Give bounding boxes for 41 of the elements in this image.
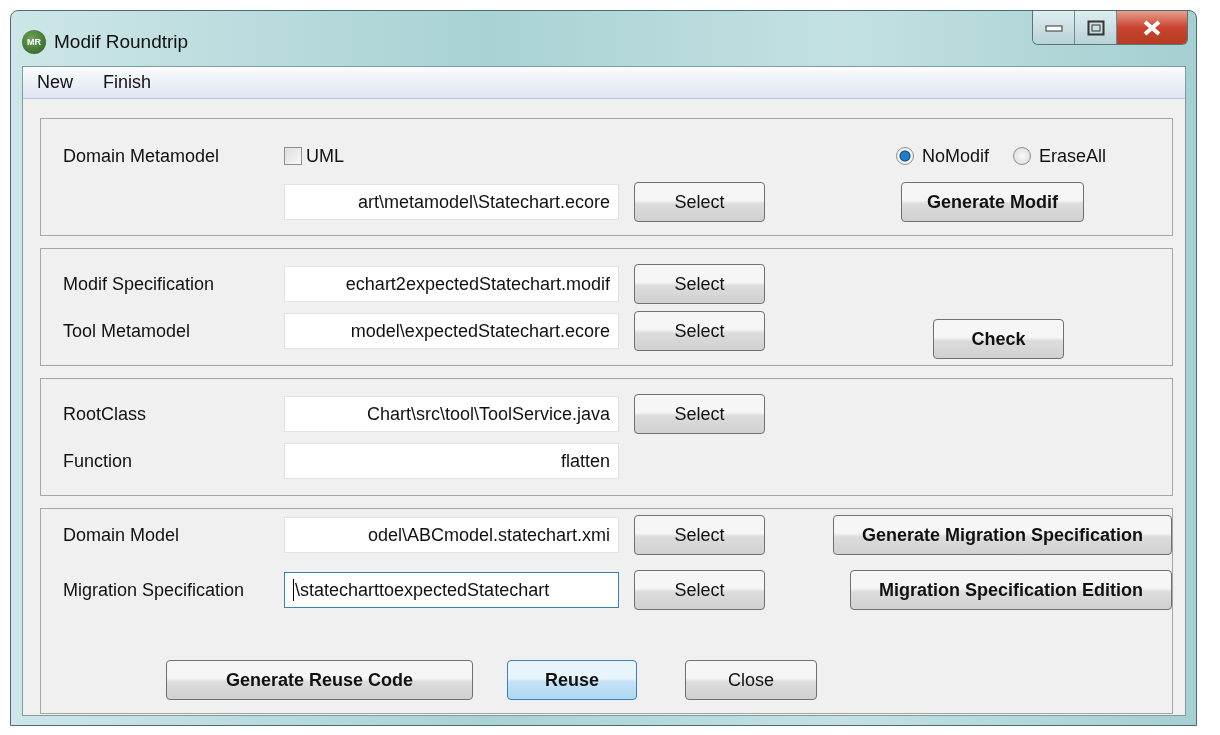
menu-item[interactable]: New — [37, 69, 93, 96]
input-field[interactable]: flatten — [284, 443, 619, 479]
app-logo: MR — [22, 30, 46, 55]
minimize-icon — [1044, 23, 1063, 32]
select-button[interactable]: Select — [634, 311, 765, 351]
select-button[interactable]: Select — [634, 264, 765, 304]
field-label: RootClass — [63, 402, 148, 426]
input-field[interactable]: model\expectedStatechart.ecore — [284, 313, 619, 349]
input-field[interactable]: Chart\src\tool\ToolService.java — [284, 396, 619, 432]
select-button[interactable]: Select — [634, 394, 765, 434]
select-button[interactable]: Select — [634, 570, 765, 610]
input-field[interactable]: odel\ABCmodel.statechart.xmi — [284, 517, 619, 553]
field-label: Tool Metamodel — [63, 319, 192, 343]
close-icon — [1142, 19, 1162, 36]
radio-button[interactable]: NoModif — [895, 142, 989, 170]
input-field[interactable]: \statecharttoexpectedStatechart — [284, 572, 619, 608]
radio-button[interactable]: EraseAll — [1012, 142, 1106, 170]
field-label: Migration Specification — [63, 578, 246, 602]
field-label: Domain Metamodel — [63, 144, 221, 168]
text-cursor — [293, 579, 294, 601]
minimize-button[interactable] — [1033, 11, 1075, 44]
action-button[interactable]: Migration Specification Edition — [850, 570, 1172, 610]
field-label: Function — [63, 449, 134, 473]
checkbox[interactable]: UML — [284, 142, 344, 170]
check-button[interactable]: Check — [933, 319, 1064, 359]
field-label: Modif Specification — [63, 272, 216, 296]
close-button[interactable] — [1117, 11, 1187, 44]
window-title: Modif Roundtrip — [54, 30, 189, 54]
button[interactable]: Close — [685, 660, 817, 700]
select-button[interactable]: Select — [634, 515, 765, 555]
button[interactable]: Reuse — [507, 660, 637, 700]
button[interactable]: Generate Reuse Code — [166, 660, 473, 700]
field-label: Domain Model — [63, 523, 181, 547]
input-field[interactable]: art\metamodel\Statechart.ecore — [284, 184, 619, 220]
menu-item[interactable]: Finish — [103, 69, 172, 96]
action-button[interactable]: Generate Migration Specification — [833, 515, 1172, 555]
input-field[interactable]: echart2expectedStatechart.modif — [284, 266, 619, 302]
maximize-icon — [1086, 19, 1105, 36]
generate-button[interactable]: Generate Modif — [901, 182, 1084, 222]
maximize-button[interactable] — [1075, 11, 1117, 44]
select-button[interactable]: Select — [634, 182, 765, 222]
